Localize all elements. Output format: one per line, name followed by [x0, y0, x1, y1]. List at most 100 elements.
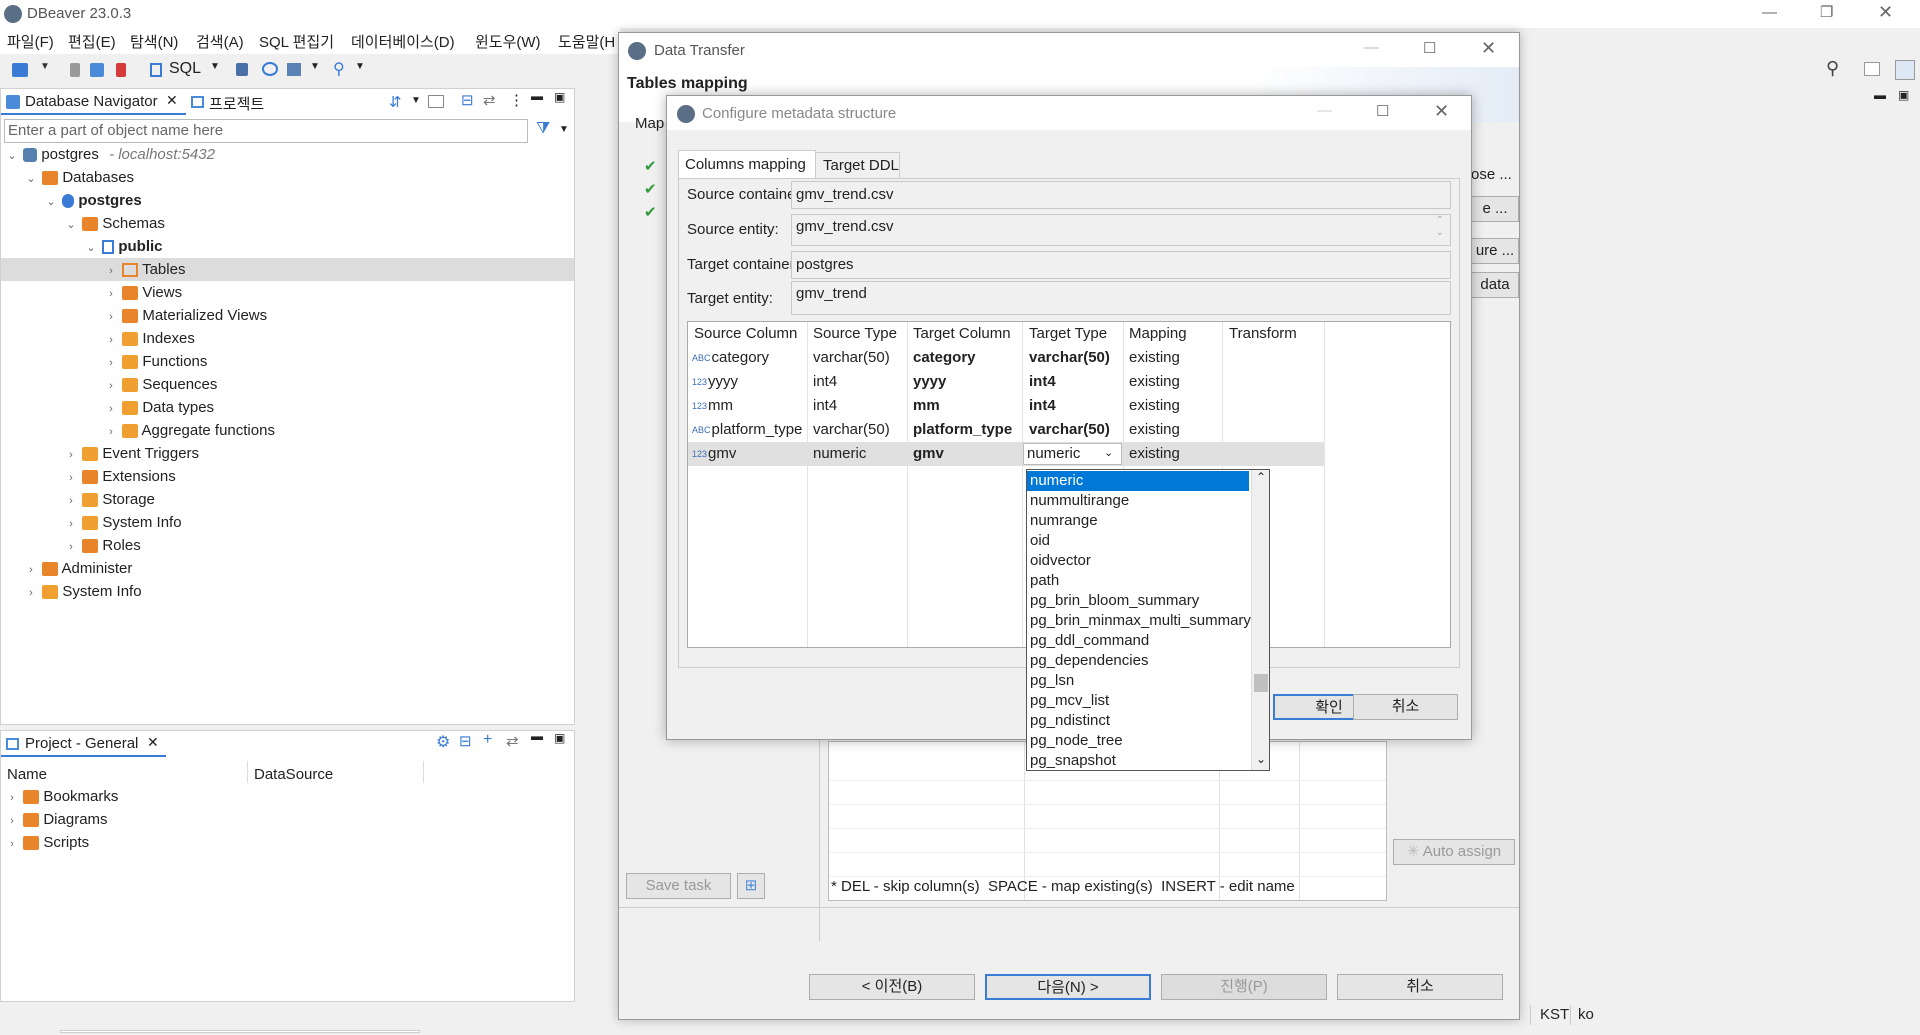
chevron-down-icon[interactable]: ⌄ — [1256, 752, 1266, 766]
chevron-right-icon[interactable]: › — [64, 536, 78, 559]
dropdown-icon[interactable]: ▼ — [210, 61, 220, 72]
chevron-right-icon[interactable]: › — [104, 421, 118, 444]
tab-target-ddl[interactable]: Target DDL — [816, 152, 900, 178]
chevron-down-icon[interactable]: ⌄ — [44, 191, 58, 214]
chevron-right-icon[interactable]: › — [5, 787, 19, 810]
scroll-arrows-icon[interactable]: ⌃ ⌄ — [1436, 215, 1444, 239]
search-icon[interactable]: ⚲ — [333, 59, 345, 79]
dropdown-item[interactable]: pg_snapshot — [1027, 751, 1249, 770]
sql-button[interactable]: SQL — [169, 60, 201, 78]
prev-button[interactable]: < 이전(B) — [809, 974, 975, 1000]
menu-item[interactable]: 데이터베이스(D) — [351, 31, 455, 52]
maximize-icon[interactable]: ☐ — [1376, 102, 1389, 120]
tree-node-mviews[interactable]: › Materialized Views — [104, 304, 267, 327]
config-cancel-button-visible[interactable]: 취소 — [1353, 694, 1458, 720]
maximize-icon[interactable]: ▣ — [554, 90, 565, 104]
dropdown-item[interactable]: pg_mcv_list — [1027, 691, 1249, 711]
proceed-button[interactable]: 진행(P) — [1161, 974, 1327, 1000]
close-icon[interactable]: ✕ — [1481, 38, 1496, 59]
target-type-combo[interactable]: numeric ⌄ — [1023, 443, 1122, 465]
tree-node-root[interactable]: ⌄ postgres - localhost:5432 — [5, 143, 215, 166]
dropdown-item[interactable]: numrange — [1027, 511, 1249, 531]
project-tab[interactable]: 프로젝트 — [188, 89, 298, 115]
browse-button[interactable]: ose ... — [1471, 163, 1521, 189]
lock-icon[interactable] — [236, 63, 248, 76]
close-icon[interactable]: ✕ — [166, 92, 178, 109]
collapse-icon[interactable]: ⊟ — [459, 732, 472, 750]
menu-item[interactable]: 검색(A) — [196, 31, 244, 52]
dropdown-icon[interactable]: ▼ — [355, 61, 365, 72]
table-row[interactable]: 123yyyy int4 yyyy int4 existing — [688, 370, 1324, 394]
minimize-icon[interactable]: — — [1762, 4, 1777, 21]
tree-node-databases[interactable]: ⌄ Databases — [24, 166, 134, 189]
chevron-right-icon[interactable]: › — [104, 306, 118, 329]
dropdown-item[interactable]: nummultirange — [1027, 491, 1249, 511]
dropdown-item[interactable]: oidvector — [1027, 551, 1249, 571]
dropdown-item[interactable]: pg_lsn — [1027, 671, 1249, 691]
dropdown-item[interactable]: pg_dependencies — [1027, 651, 1249, 671]
menu-item[interactable]: 편집(E) — [68, 31, 116, 52]
perspective-icon[interactable] — [1864, 62, 1880, 76]
sync-icon[interactable]: ⇄ — [506, 732, 519, 750]
table-row[interactable]: 123mm int4 mm int4 existing — [688, 394, 1324, 418]
dropdown-item[interactable]: pg_node_tree — [1027, 731, 1249, 751]
dropdown-item[interactable]: oid — [1027, 531, 1249, 551]
chevron-right-icon[interactable]: › — [64, 513, 78, 536]
close-icon[interactable]: ✕ — [147, 734, 159, 751]
tree-node-sequences[interactable]: › Sequences — [104, 373, 217, 396]
table-row[interactable]: ABCcategory varchar(50) category varchar… — [688, 346, 1324, 370]
search-icon[interactable]: ⚲ — [1826, 58, 1839, 79]
tree-node-tables[interactable]: › Tables — [104, 258, 185, 281]
disconnect-icon[interactable] — [90, 63, 104, 77]
tree-node-datatypes[interactable]: › Data types — [104, 396, 214, 419]
tree-node-extensions[interactable]: › Extensions — [64, 465, 176, 488]
col-header-datasource[interactable]: DataSource — [254, 766, 333, 783]
menu-item[interactable]: SQL 편집기 — [259, 31, 334, 52]
preview-data-button[interactable]: data — [1471, 272, 1519, 298]
chevron-right-icon[interactable]: › — [64, 444, 78, 467]
dbeaver-perspective-icon[interactable] — [1895, 60, 1915, 80]
chevron-down-icon[interactable]: ⌄ — [1104, 446, 1113, 459]
chevron-right-icon[interactable]: › — [5, 833, 19, 856]
connect-icon[interactable] — [70, 63, 80, 77]
project-bookmarks[interactable]: › Bookmarks — [5, 785, 118, 808]
col-header-target-column[interactable]: Target Column — [913, 322, 1011, 346]
chevron-right-icon[interactable]: › — [104, 260, 118, 283]
chevron-right-icon[interactable]: › — [104, 398, 118, 421]
project-diagrams[interactable]: › Diagrams — [5, 808, 107, 831]
chevron-right-icon[interactable]: › — [64, 467, 78, 490]
dropdown-item[interactable]: path — [1027, 571, 1249, 591]
chevron-up-icon[interactable]: ⌃ — [1256, 470, 1266, 484]
source-container-field[interactable]: gmv_trend.csv — [791, 181, 1451, 209]
chevron-right-icon[interactable]: › — [104, 375, 118, 398]
tree-node-aggregates[interactable]: › Aggregate functions — [104, 419, 275, 442]
gear-icon[interactable]: ⚙ — [436, 732, 450, 752]
chevron-right-icon[interactable]: › — [24, 582, 38, 605]
tree-node-views[interactable]: › Views — [104, 281, 182, 304]
target-type-dropdown-list[interactable]: numeric nummultirange numrange oid oidve… — [1026, 469, 1270, 771]
sync-icon[interactable]: ⇄ — [483, 91, 496, 109]
chevron-right-icon[interactable]: › — [104, 283, 118, 306]
col-header-mapping[interactable]: Mapping — [1129, 322, 1187, 346]
tree-node-indexes[interactable]: › Indexes — [104, 327, 195, 350]
minimize-icon[interactable]: ▬ — [531, 89, 543, 103]
export-icon[interactable] — [287, 63, 301, 76]
col-header-target-type[interactable]: Target Type — [1029, 322, 1107, 346]
maximize-icon[interactable]: ▣ — [1898, 88, 1909, 102]
tree-node-schemas[interactable]: ⌄ Schemas — [64, 212, 164, 235]
minimize-icon[interactable]: ▬ — [531, 729, 543, 743]
dropdown-item[interactable]: pg_ndistinct — [1027, 711, 1249, 731]
tx-icon[interactable] — [262, 62, 278, 76]
tree-node-system-info[interactable]: › System Info — [64, 511, 181, 536]
auto-assign-button[interactable]: ✳ Auto assign — [1393, 839, 1515, 865]
chevron-down-icon[interactable]: ⌄ — [5, 145, 19, 168]
structure-button[interactable]: ure ... — [1471, 238, 1519, 264]
filter-icon[interactable]: ⧩ — [536, 120, 550, 138]
dropdown-scrollbar[interactable]: ⌃ ⌄ — [1251, 470, 1269, 770]
dropdown-icon[interactable]: ▼ — [40, 61, 50, 72]
tree-node-event-triggers[interactable]: › Event Triggers — [64, 442, 199, 465]
minimize-icon[interactable]: — — [1364, 39, 1379, 56]
maximize-icon[interactable]: ▣ — [554, 731, 565, 745]
source-entity-field[interactable]: gmv_trend.csv ⌃ ⌄ — [791, 214, 1451, 246]
chevron-down-icon[interactable]: ⌄ — [84, 237, 98, 260]
